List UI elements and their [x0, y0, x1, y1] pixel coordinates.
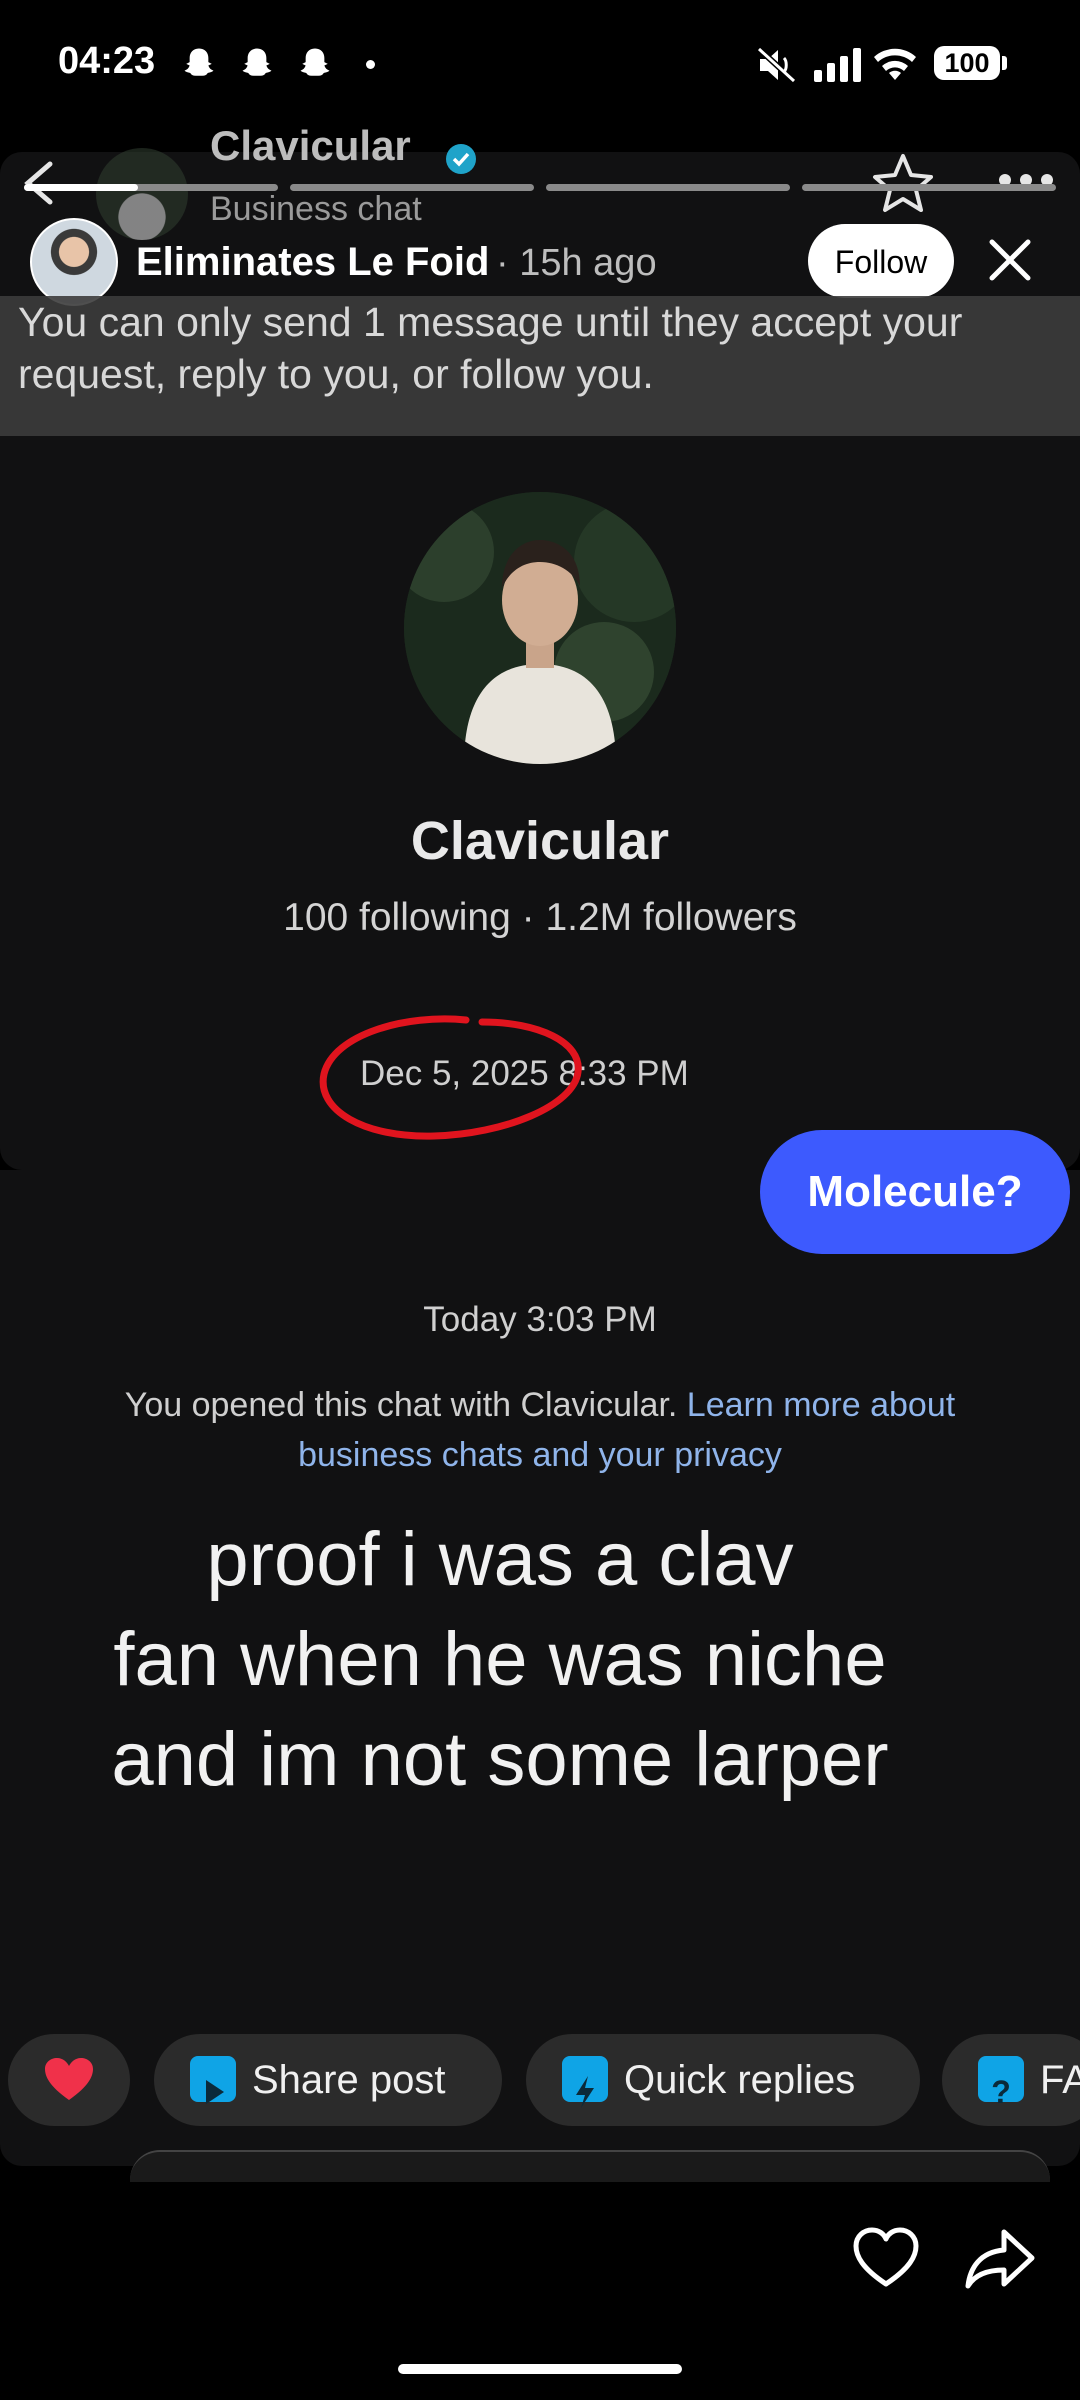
- verified-badge-icon: [446, 144, 476, 174]
- like-heart-icon[interactable]: [852, 2226, 920, 2290]
- battery-nub: [1002, 56, 1007, 70]
- signal-icon: [814, 48, 861, 82]
- heart-icon: [45, 2058, 93, 2101]
- quick-replies-label: Quick replies: [624, 2058, 856, 2102]
- notification-dot: [366, 60, 375, 69]
- story-progress-fill: [24, 184, 138, 191]
- faq-chip[interactable]: ? FA: [942, 2034, 1080, 2126]
- story-progress-segment: [546, 184, 790, 191]
- share-arrow-icon[interactable]: [964, 2226, 1036, 2290]
- follow-button[interactable]: Follow: [808, 224, 954, 298]
- share-post-label: Share post: [252, 2058, 446, 2102]
- message-input-edge[interactable]: [130, 2150, 1050, 2182]
- wifi-icon: [874, 48, 916, 80]
- back-arrow-icon[interactable]: [22, 160, 56, 206]
- red-annotation-circle: [319, 1015, 582, 1140]
- privacy-notice: You opened this chat with Clavicular. Le…: [110, 1380, 970, 1480]
- home-indicator[interactable]: [398, 2364, 682, 2374]
- mute-icon: [756, 46, 797, 84]
- star-icon[interactable]: [870, 152, 936, 214]
- message-timestamp: Today 3:03 PM: [423, 1300, 657, 1339]
- story-caption: proof i was a clav fan when he was niche…: [40, 1510, 960, 1810]
- share-post-chip[interactable]: Share post: [154, 2034, 502, 2126]
- play-icon: [190, 2056, 236, 2105]
- quick-replies-chip[interactable]: Quick replies: [526, 2034, 920, 2126]
- story-user-avatar[interactable]: [30, 218, 118, 306]
- heart-reaction-chip[interactable]: [8, 2034, 130, 2126]
- caption-line: proof i was a clav: [206, 1517, 794, 1602]
- chat-header-avatar: [96, 148, 188, 240]
- lightning-bubble-icon: [562, 2056, 608, 2109]
- close-icon[interactable]: [980, 230, 1040, 290]
- snapchat-ghost-icon: [184, 48, 214, 76]
- chat-header-name: Clavicular: [210, 122, 411, 169]
- caption-line: fan when he was niche: [113, 1617, 887, 1702]
- story-time-ago: · 15h ago: [496, 242, 657, 284]
- story-progress-segment: [802, 184, 1056, 191]
- profile-avatar[interactable]: [404, 492, 676, 764]
- status-time: 04:23: [58, 40, 156, 82]
- battery-indicator: 100: [934, 46, 1000, 80]
- chat-header-subtitle: Business chat: [210, 190, 422, 228]
- story-progress-segment: [290, 184, 534, 191]
- story-username[interactable]: Eliminates Le Foid: [136, 240, 489, 285]
- caption-line: and im not some larper: [111, 1717, 889, 1802]
- notice-text: You can only send 1 message until they a…: [18, 299, 963, 397]
- profile-name: Clavicular: [410, 811, 670, 871]
- svg-text:?: ?: [991, 2074, 1011, 2110]
- profile-stats: 100 following · 1.2M followers: [283, 896, 797, 939]
- sent-message-bubble[interactable]: Molecule?: [760, 1130, 1070, 1254]
- snapchat-ghost-icon: [242, 48, 272, 76]
- question-icon: ?: [978, 2056, 1024, 2110]
- snapchat-ghost-icon: [300, 48, 330, 76]
- faq-label: FA: [1040, 2058, 1080, 2102]
- privacy-text: You opened this chat with Clavicular.: [124, 1386, 678, 1424]
- profile-photo: [404, 492, 676, 764]
